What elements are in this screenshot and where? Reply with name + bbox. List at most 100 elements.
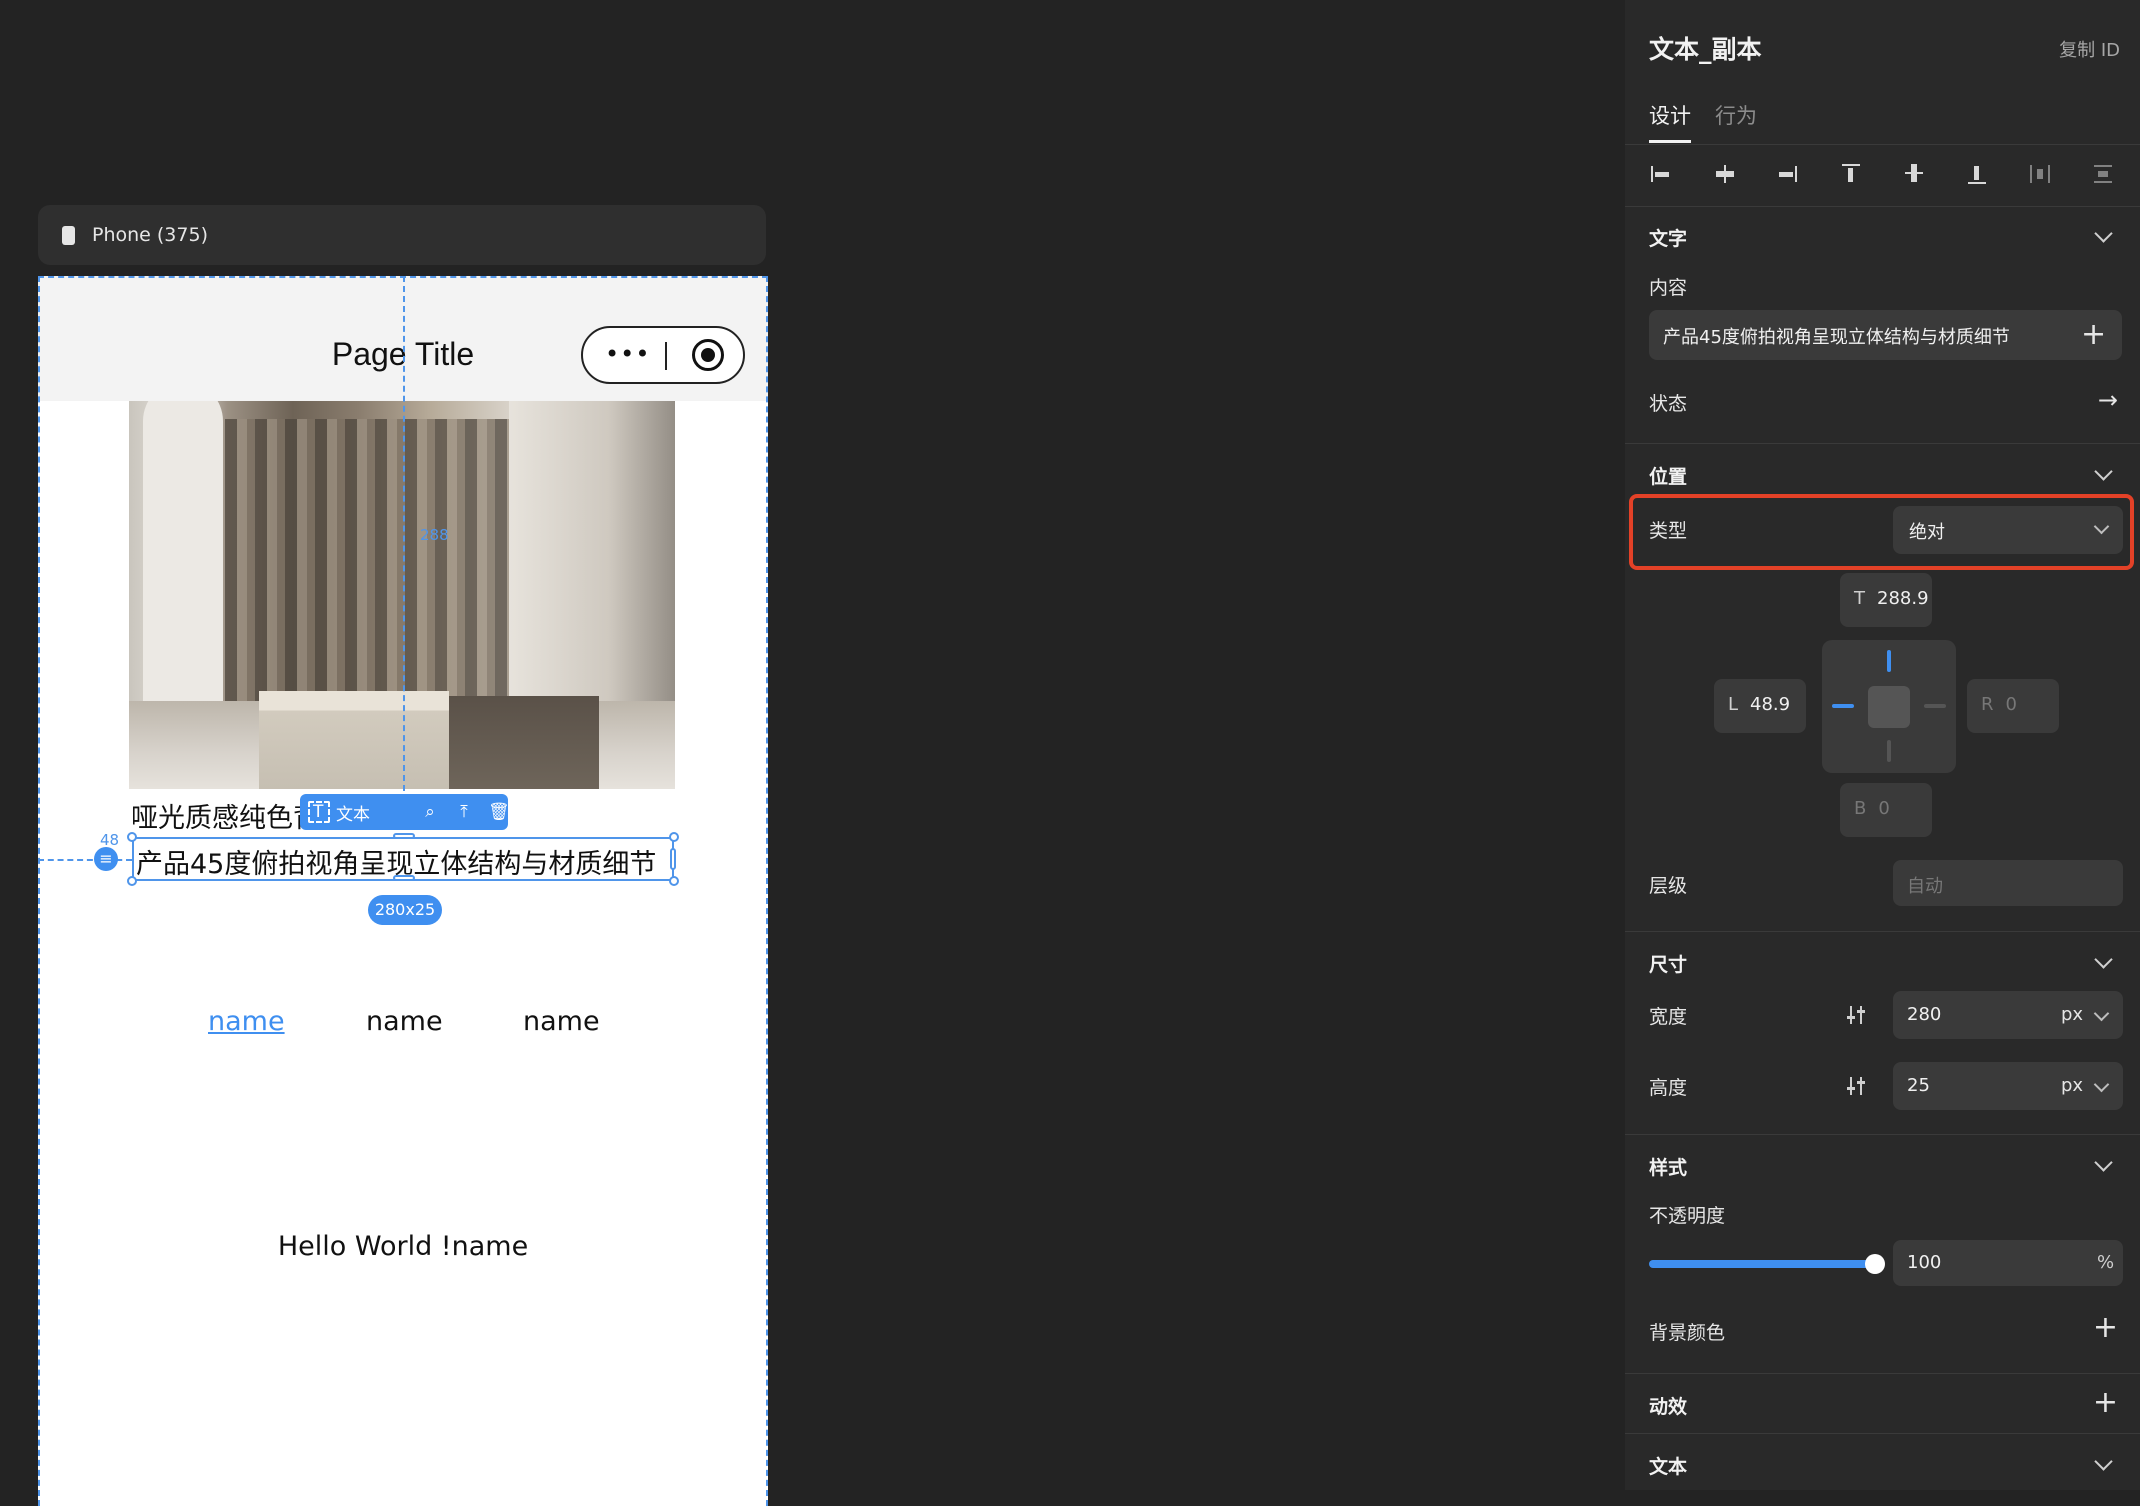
constraint-pad[interactable] bbox=[1822, 640, 1956, 773]
opacity-slider-thumb[interactable] bbox=[1865, 1254, 1885, 1274]
opacity-unit: % bbox=[2097, 1252, 2115, 1273]
resize-handle-bottom-right[interactable] bbox=[669, 876, 679, 886]
constraint-left-active[interactable] bbox=[1832, 704, 1854, 708]
panel-title: 文本_副本 bbox=[1649, 35, 1762, 64]
text-style-section-title: 文本 bbox=[1649, 1456, 1688, 1478]
constraint-core bbox=[1868, 686, 1910, 728]
left-offset-key: L bbox=[1728, 694, 1739, 715]
align-bottom-icon[interactable] bbox=[1964, 160, 1994, 190]
resize-handle-right[interactable] bbox=[670, 848, 676, 870]
style-section-title: 样式 bbox=[1649, 1157, 1688, 1179]
bottom-offset-field[interactable]: B0 bbox=[1840, 783, 1932, 837]
properties-panel: 文本_副本 复制 ID 设计 行为 文字 内容 产品45度俯拍视角呈现立体结构与… bbox=[1625, 0, 2140, 1490]
divider bbox=[1625, 1134, 2140, 1135]
height-unit[interactable]: px bbox=[2061, 1075, 2083, 1096]
opacity-slider-track[interactable] bbox=[1649, 1260, 1875, 1268]
state-label: 状态 bbox=[1649, 393, 1688, 415]
chevron-down-icon[interactable] bbox=[2094, 1153, 2113, 1172]
opacity-field[interactable]: 100 bbox=[1893, 1240, 2123, 1286]
more-icon[interactable]: ••• bbox=[605, 342, 650, 366]
position-type-select[interactable]: 绝对 bbox=[1893, 506, 2123, 554]
content-field[interactable]: 产品45度俯拍视角呈现立体结构与材质细节 bbox=[1649, 310, 2122, 360]
width-field[interactable]: 280 bbox=[1893, 991, 2123, 1039]
chevron-down-icon[interactable] bbox=[2094, 950, 2113, 969]
arrow-right-icon[interactable]: → bbox=[2098, 386, 2118, 414]
distribute-vertical-icon[interactable] bbox=[2090, 160, 2120, 190]
width-mode-icon[interactable] bbox=[1846, 1004, 1868, 1026]
copy-id-button[interactable]: 复制 ID bbox=[2059, 36, 2120, 62]
add-bg-color-icon[interactable]: + bbox=[2093, 1313, 2118, 1343]
tab-design[interactable]: 设计 bbox=[1649, 100, 1691, 130]
opacity-label: 不透明度 bbox=[1649, 1205, 1726, 1227]
position-type-label: 类型 bbox=[1649, 520, 1688, 542]
bg-color-label: 背景颜色 bbox=[1649, 1322, 1726, 1344]
device-selector[interactable]: Phone (375) bbox=[38, 205, 766, 265]
resize-handle-bottom-left[interactable] bbox=[127, 876, 137, 886]
chevron-down-icon[interactable] bbox=[2094, 1452, 2113, 1471]
align-horizontal-center-icon[interactable] bbox=[1712, 160, 1742, 190]
align-vertical-center-icon[interactable] bbox=[1901, 160, 1931, 190]
active-tab-indicator bbox=[1649, 140, 1691, 143]
width-unit[interactable]: px bbox=[2061, 1004, 2083, 1025]
alignment-toolbar bbox=[1625, 160, 2140, 204]
resize-handle-bottom[interactable] bbox=[393, 875, 415, 881]
right-offset-field[interactable]: R0 bbox=[1967, 679, 2059, 733]
distribute-horizontal-icon[interactable] bbox=[2027, 160, 2057, 190]
constraint-top-active[interactable] bbox=[1887, 650, 1891, 672]
hero-image[interactable] bbox=[129, 401, 675, 789]
height-label: 高度 bbox=[1649, 1077, 1688, 1099]
divider bbox=[1625, 1433, 2140, 1434]
image-wood-panels bbox=[225, 419, 525, 729]
right-offset-value: 0 bbox=[2005, 694, 2017, 715]
resize-handle-top[interactable] bbox=[393, 833, 415, 839]
hello-text[interactable]: Hello World !name bbox=[38, 1231, 768, 1262]
left-offset-field[interactable]: L 48.9 bbox=[1714, 679, 1806, 733]
divider bbox=[1625, 931, 2140, 932]
position-section-title: 位置 bbox=[1649, 466, 1688, 488]
center-guide-label: 288 bbox=[420, 526, 449, 544]
resize-handle-top-right[interactable] bbox=[669, 832, 679, 842]
chevron-down-icon[interactable] bbox=[2094, 224, 2113, 243]
chevron-down-icon[interactable] bbox=[2094, 462, 2113, 481]
constraint-right[interactable] bbox=[1924, 704, 1946, 708]
add-animation-icon[interactable]: + bbox=[2093, 1388, 2118, 1418]
text-type-icon bbox=[308, 801, 330, 823]
device-label: Phone (375) bbox=[92, 224, 208, 246]
tab-name-2[interactable]: name bbox=[366, 1006, 443, 1037]
bottom-offset-key: B bbox=[1854, 798, 1867, 819]
right-offset-key: R bbox=[1981, 694, 1994, 715]
center-guide-line bbox=[403, 276, 405, 791]
distance-pin-icon[interactable] bbox=[94, 847, 118, 871]
close-target-icon[interactable] bbox=[692, 339, 724, 371]
add-icon[interactable]: + bbox=[2081, 320, 2106, 350]
height-field[interactable]: 25 bbox=[1893, 1062, 2123, 1110]
tab-name-1[interactable]: name bbox=[208, 1006, 285, 1037]
top-offset-field[interactable]: T 288.9 bbox=[1840, 573, 1932, 627]
align-left-icon[interactable] bbox=[1649, 160, 1679, 190]
animation-section-title: 动效 bbox=[1649, 1396, 1688, 1418]
tab-name-3[interactable]: name bbox=[523, 1006, 600, 1037]
align-right-icon[interactable] bbox=[1775, 160, 1805, 190]
constraint-bottom[interactable] bbox=[1887, 740, 1891, 762]
capsule-divider bbox=[665, 342, 667, 370]
layer-field[interactable]: 自动 bbox=[1893, 860, 2123, 906]
move-up-icon[interactable]: ⤒ bbox=[454, 802, 474, 822]
width-label: 宽度 bbox=[1649, 1006, 1688, 1028]
select-parent-icon[interactable]: ⌕ bbox=[420, 802, 440, 822]
divider bbox=[1625, 206, 2140, 207]
mini-program-capsule: ••• bbox=[581, 326, 745, 384]
divider bbox=[1625, 443, 2140, 444]
height-mode-icon[interactable] bbox=[1846, 1075, 1868, 1097]
text-element-toolbar: 文本 ⌕ ⤒ 🗑 bbox=[300, 794, 510, 830]
left-offset-value: 48.9 bbox=[1750, 694, 1791, 715]
divider bbox=[1625, 144, 2140, 145]
resize-handle-top-left[interactable] bbox=[127, 832, 137, 842]
tab-behavior[interactable]: 行为 bbox=[1715, 100, 1757, 130]
text-line-1[interactable]: 哑光质感纯色背 bbox=[131, 796, 320, 835]
text-section-title: 文字 bbox=[1649, 228, 1688, 250]
align-top-icon[interactable] bbox=[1838, 160, 1868, 190]
image-plinth bbox=[259, 691, 449, 789]
text-type-label: 文本 bbox=[336, 804, 370, 825]
phone-frame: Page Title ••• 288 哑光质感纯色背 文本 ⌕ ⤒ 🗑 48 产… bbox=[38, 276, 768, 1506]
delete-icon[interactable]: 🗑 bbox=[488, 802, 510, 822]
